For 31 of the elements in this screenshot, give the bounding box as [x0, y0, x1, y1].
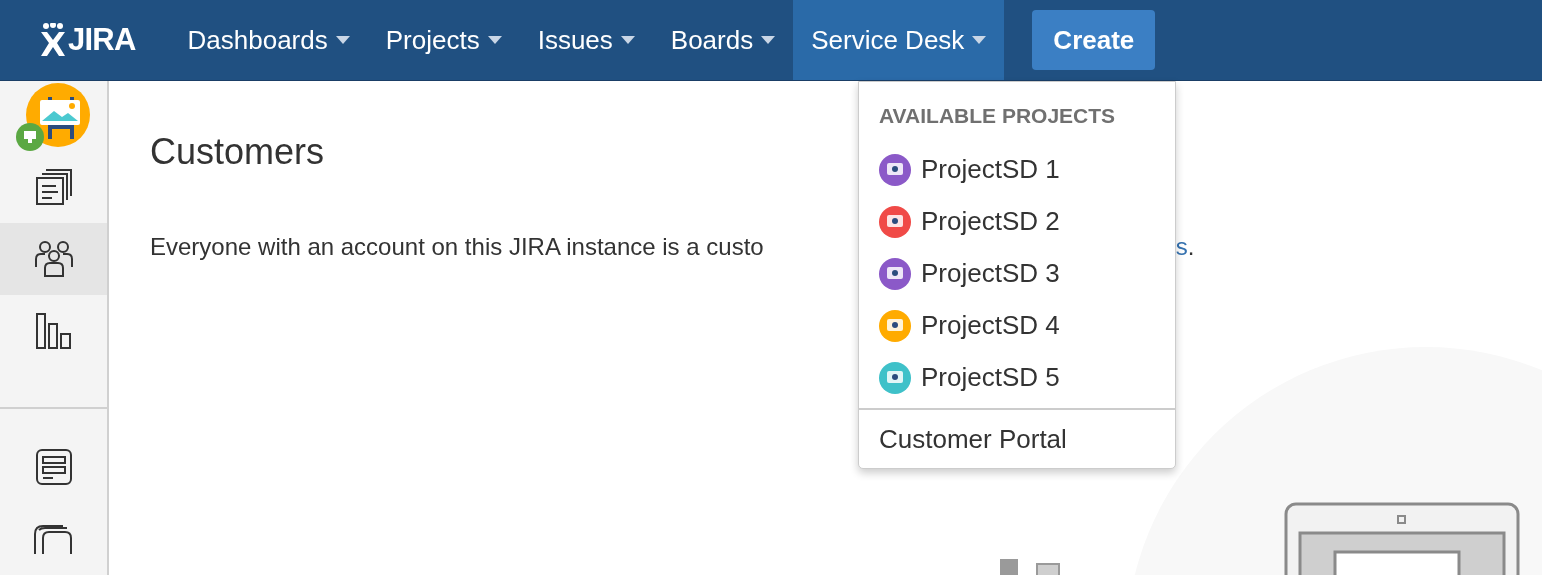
form-icon: [35, 449, 72, 485]
nav-menu[interactable]: Boards: [652, 0, 794, 80]
logo-icon: [40, 23, 66, 57]
caret-icon: [620, 36, 635, 44]
caret-icon: [487, 36, 502, 44]
project-menu-item[interactable]: ProjectSD 3: [859, 247, 1175, 300]
people-icon: [34, 241, 73, 277]
page-title: Customers: [150, 131, 325, 173]
caret-icon: [335, 36, 350, 44]
create-button[interactable]: Create: [1032, 10, 1156, 70]
project-menu-item[interactable]: ProjectSD 2: [859, 195, 1175, 248]
nav-menu[interactable]: Dashboards: [169, 0, 368, 80]
book-icon: [33, 524, 74, 554]
nav-menu[interactable]: Issues: [519, 0, 653, 80]
nav-menu[interactable]: Service Desk: [793, 0, 1005, 80]
bar-chart-drawing: [1000, 559, 1060, 575]
project-menu-item[interactable]: ProjectSD 1: [859, 143, 1175, 196]
documents-icon: [35, 169, 72, 205]
sidebar-item[interactable]: [0, 223, 107, 295]
period-text: .: [1187, 232, 1195, 262]
bar-chart-icon: [35, 313, 72, 349]
customer-portal-link[interactable]: Customer Portal: [859, 409, 1175, 468]
caret-icon: [761, 36, 776, 44]
customer-link[interactable]: s: [1175, 229, 1188, 265]
dropdown-heading: AVAILABLE PROJECTS: [878, 103, 1117, 129]
project-menu-item[interactable]: ProjectSD 5: [859, 351, 1175, 404]
caret-icon: [972, 36, 987, 44]
project-menu-item[interactable]: ProjectSD 4: [859, 299, 1175, 352]
nav-menu[interactable]: Projects: [367, 0, 520, 80]
logo-text: JIRA: [68, 20, 136, 59]
description-text: Everyone with an account on this JIRA instance is a custo: [150, 232, 764, 262]
